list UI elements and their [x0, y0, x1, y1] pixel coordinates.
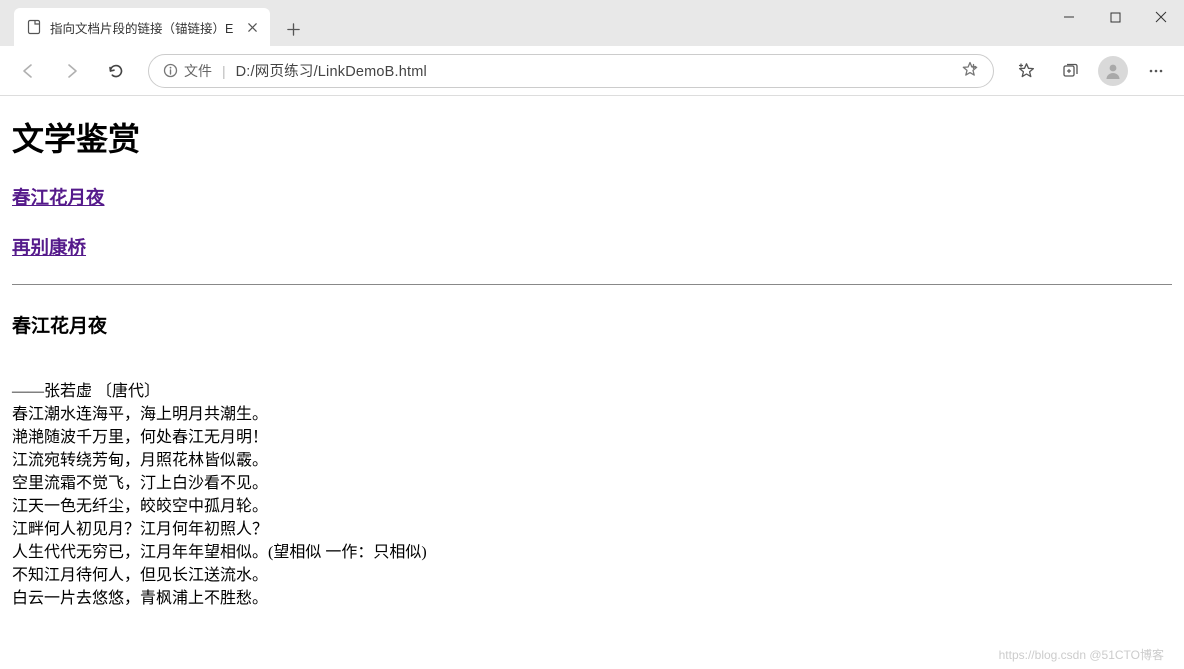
- collections-button[interactable]: [1050, 53, 1090, 89]
- tab-close-icon[interactable]: [244, 19, 260, 35]
- site-info-icon[interactable]: 文件: [163, 61, 212, 81]
- favorite-icon[interactable]: [961, 60, 979, 81]
- poem-line: 空里流霜不觉飞，汀上白沙看不见。: [12, 472, 1172, 495]
- page-icon: [26, 19, 42, 35]
- anchor-link-1[interactable]: 春江花月夜: [12, 184, 1172, 210]
- minimize-button[interactable]: [1046, 0, 1092, 34]
- forward-button[interactable]: [52, 53, 92, 89]
- addr-path: D:/网页练习/LinkDemoB.html: [236, 60, 427, 81]
- close-window-button[interactable]: [1138, 0, 1184, 34]
- content-wrapper: 文学鉴赏 春江花月夜 再别康桥 春江花月夜 ——张若虚 〔唐代〕 春江潮水连海平…: [0, 96, 1184, 669]
- new-tab-button[interactable]: [276, 12, 310, 46]
- tab-strip: 指向文档片段的链接（锚链接）E: [0, 0, 310, 46]
- addr-divider: |: [222, 63, 226, 79]
- back-button[interactable]: [8, 53, 48, 89]
- more-button[interactable]: [1136, 53, 1176, 89]
- poem-line: 人生代代无穷已，江月年年望相似。(望相似 一作：只相似): [12, 541, 1172, 564]
- browser-tab[interactable]: 指向文档片段的链接（锚链接）E: [14, 8, 270, 46]
- poem-line: 江畔何人初见月？江月何年初照人？: [12, 518, 1172, 541]
- address-bar[interactable]: 文件 | D:/网页练习/LinkDemoB.html: [148, 54, 994, 88]
- favorites-button[interactable]: [1006, 53, 1046, 89]
- page-content[interactable]: 文学鉴赏 春江花月夜 再别康桥 春江花月夜 ——张若虚 〔唐代〕 春江潮水连海平…: [0, 96, 1184, 669]
- poem-line: 春江潮水连海平，海上明月共潮生。: [12, 403, 1172, 426]
- page-title: 文学鉴赏: [12, 114, 1172, 160]
- poem-line: 白云一片去悠悠，青枫浦上不胜愁。: [12, 587, 1172, 610]
- maximize-button[interactable]: [1092, 0, 1138, 34]
- addr-prefix: 文件: [184, 61, 212, 81]
- poem-line: 不知江月待何人，但见长江送流水。: [12, 564, 1172, 587]
- refresh-button[interactable]: [96, 53, 136, 89]
- poem-line: 滟滟随波千万里，何处春江无月明！: [12, 426, 1172, 449]
- poem-line: ——张若虚 〔唐代〕: [12, 380, 1172, 403]
- window-controls: [1046, 0, 1184, 34]
- poem-line: 江流宛转绕芳甸，月照花林皆似霰。: [12, 449, 1172, 472]
- anchor-link-2[interactable]: 再别康桥: [12, 234, 1172, 260]
- section-title: 春江花月夜: [12, 311, 1172, 338]
- titlebar: 指向文档片段的链接（锚链接）E: [0, 0, 1184, 46]
- tab-title: 指向文档片段的链接（锚链接）E: [50, 18, 236, 37]
- toolbar: 文件 | D:/网页练习/LinkDemoB.html: [0, 46, 1184, 96]
- divider: [12, 284, 1172, 285]
- profile-avatar[interactable]: [1098, 56, 1128, 86]
- poem-line: 江天一色无纤尘，皎皎空中孤月轮。: [12, 495, 1172, 518]
